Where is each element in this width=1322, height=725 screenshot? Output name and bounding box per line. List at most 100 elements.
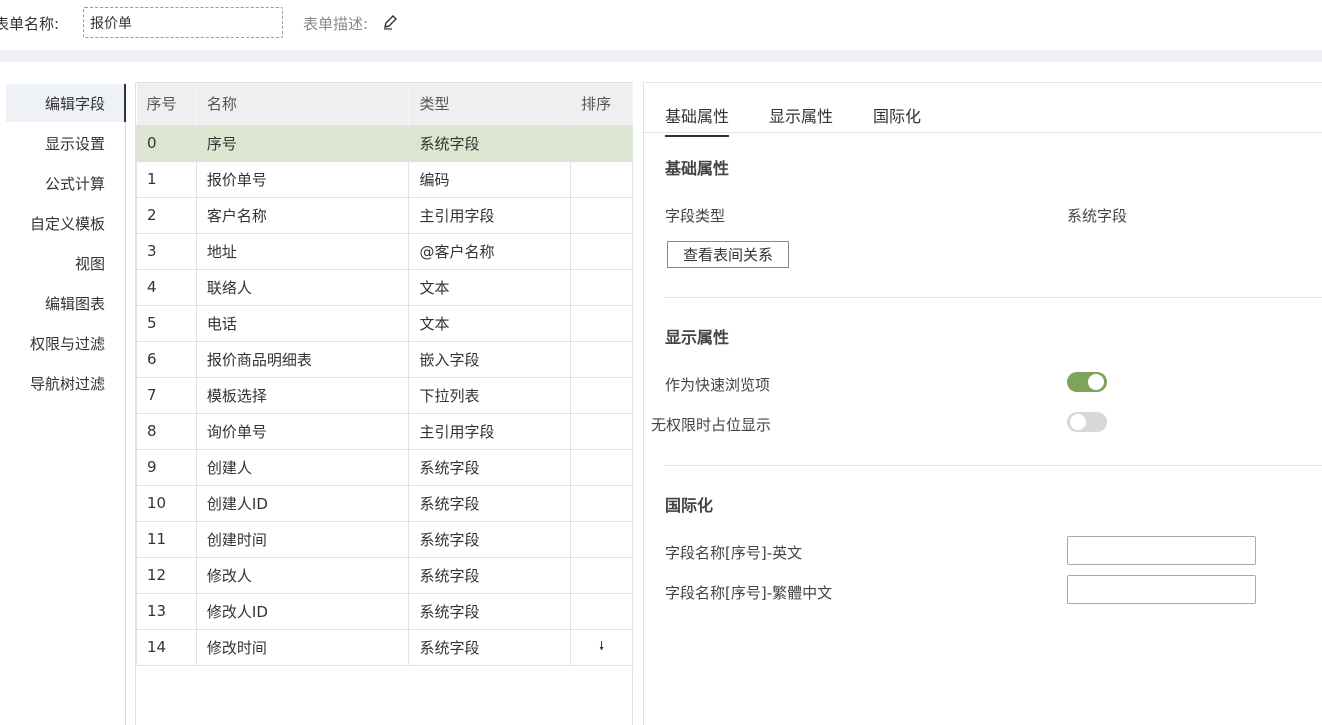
cell-type: 系统字段	[408, 520, 572, 558]
column-header-index: 序号	[136, 83, 197, 125]
cell-name: 修改时间	[195, 628, 410, 666]
cell-name: 模板选择	[195, 376, 410, 414]
cell-type: 文本	[408, 268, 572, 306]
table-row[interactable]: 3 地址 @客户名称	[136, 232, 633, 270]
header-divider-band	[0, 50, 1322, 62]
display-properties-title: 显示属性	[665, 328, 730, 347]
cell-index: 3	[136, 232, 197, 270]
cell-sort	[570, 412, 633, 450]
cell-index: 4	[136, 268, 197, 306]
sidebar-item-permission-filter[interactable]: 权限与过滤	[30, 333, 105, 354]
table-row[interactable]: 6 报价商品明细表 嵌入字段	[136, 340, 633, 378]
field-table: 序号 名称 类型 排序 0 序号 系统字段 1 报价单号 编码 2 客户名称 主…	[136, 83, 633, 666]
cell-name: 联络人	[195, 268, 410, 306]
cell-type: 主引用字段	[408, 412, 572, 450]
cell-name: 修改人	[195, 556, 410, 594]
sidebar-item-nav-tree-filter[interactable]: 导航树过滤	[30, 373, 105, 394]
form-header: 表单名称: 表单描述:	[0, 0, 1322, 48]
cell-name: 报价单号	[195, 160, 410, 198]
column-header-name: 名称	[196, 83, 410, 125]
cell-index: 7	[136, 376, 197, 414]
table-row[interactable]: 0 序号 系统字段	[136, 124, 633, 162]
move-down-icon[interactable]: 🠗	[599, 637, 604, 658]
toggle-knob	[1070, 414, 1086, 430]
table-row[interactable]: 4 联络人 文本	[136, 268, 633, 306]
table-row[interactable]: 13 修改人ID 系统字段	[136, 592, 633, 630]
cell-name: 创建人	[195, 448, 410, 486]
cell-sort	[570, 448, 633, 486]
cell-sort	[570, 232, 633, 270]
traditional-chinese-name-label: 字段名称[序号]-繁體中文	[665, 584, 833, 602]
english-name-label: 字段名称[序号]-英文	[665, 544, 803, 562]
cell-sort	[570, 196, 633, 234]
cell-index: 10	[136, 484, 197, 522]
table-row[interactable]: 7 模板选择 下拉列表	[136, 376, 633, 414]
cell-sort	[570, 304, 633, 342]
cell-name: 客户名称	[195, 196, 410, 234]
table-row[interactable]: 11 创建时间 系统字段	[136, 520, 633, 558]
cell-sort	[570, 340, 633, 378]
sidebar-item-custom-template[interactable]: 自定义模板	[30, 213, 105, 234]
table-row[interactable]: 9 创建人 系统字段	[136, 448, 633, 486]
cell-type: @客户名称	[408, 232, 572, 270]
cell-sort	[570, 520, 633, 558]
field-type-value: 系统字段	[1067, 207, 1128, 225]
cell-name: 创建时间	[195, 520, 410, 558]
cell-type: 系统字段	[408, 448, 572, 486]
section-divider	[665, 297, 1322, 298]
field-table-container: 序号 名称 类型 排序 0 序号 系统字段 1 报价单号 编码 2 客户名称 主…	[135, 82, 633, 725]
table-row[interactable]: 14 修改时间 系统字段 🠗	[136, 628, 633, 666]
table-row[interactable]: 10 创建人ID 系统字段	[136, 484, 633, 522]
traditional-chinese-name-input[interactable]	[1067, 575, 1256, 604]
cell-sort	[570, 484, 633, 522]
cell-type: 主引用字段	[408, 196, 572, 234]
quick-browse-label: 作为快速浏览项	[665, 376, 771, 394]
pencil-icon[interactable]	[382, 13, 400, 31]
cell-sort	[570, 160, 633, 198]
table-row[interactable]: 5 电话 文本	[136, 304, 633, 342]
i18n-title: 国际化	[665, 496, 714, 515]
properties-tabs: 基础属性 显示属性 国际化	[644, 83, 1322, 137]
sidebar-item-display-settings[interactable]: 显示设置	[45, 133, 105, 154]
cell-name: 电话	[195, 304, 410, 342]
sidebar-item-view[interactable]: 视图	[75, 253, 105, 274]
no-permission-placeholder-toggle[interactable]	[1067, 412, 1107, 432]
cell-type: 系统字段	[408, 592, 572, 630]
table-row[interactable]: 8 询价单号 主引用字段	[136, 412, 633, 450]
cell-index: 5	[136, 304, 197, 342]
tab-display-properties[interactable]: 显示属性	[769, 103, 833, 127]
cell-sort	[570, 556, 633, 594]
cell-sort	[570, 124, 633, 162]
form-name-input[interactable]	[83, 7, 283, 38]
cell-index: 0	[136, 124, 197, 162]
no-permission-placeholder-label: 无权限时占位显示	[651, 416, 772, 434]
sidebar-item-edit-fields[interactable]: 编辑字段	[45, 93, 105, 114]
table-row[interactable]: 12 修改人 系统字段	[136, 556, 633, 594]
sidebar-item-edit-chart[interactable]: 编辑图表	[45, 293, 105, 314]
tab-i18n[interactable]: 国际化	[873, 103, 921, 127]
table-row[interactable]: 2 客户名称 主引用字段	[136, 196, 633, 234]
cell-type: 下拉列表	[408, 376, 572, 414]
english-name-input[interactable]	[1067, 536, 1256, 565]
basic-properties-title: 基础属性	[665, 159, 730, 178]
sidebar-item-formula[interactable]: 公式计算	[45, 173, 105, 194]
tab-basic-properties[interactable]: 基础属性	[665, 103, 730, 137]
cell-name: 修改人ID	[195, 592, 410, 630]
cell-type: 系统字段	[408, 124, 572, 162]
cell-sort	[570, 268, 633, 306]
column-header-type: 类型	[408, 83, 572, 125]
cell-type: 系统字段	[408, 556, 572, 594]
cell-index: 12	[136, 556, 197, 594]
quick-browse-toggle[interactable]	[1067, 372, 1107, 392]
cell-type: 编码	[408, 160, 572, 198]
cell-sort	[570, 592, 633, 630]
table-header-row: 序号 名称 类型 排序	[136, 83, 633, 125]
cell-name: 报价商品明细表	[195, 340, 410, 378]
cell-index: 2	[136, 196, 197, 234]
cell-type: 系统字段	[408, 484, 572, 522]
table-row[interactable]: 1 报价单号 编码	[136, 160, 633, 198]
cell-name: 创建人ID	[195, 484, 410, 522]
view-relation-button[interactable]: 查看表间关系	[667, 241, 789, 268]
cell-name: 询价单号	[195, 412, 410, 450]
cell-sort	[570, 376, 633, 414]
